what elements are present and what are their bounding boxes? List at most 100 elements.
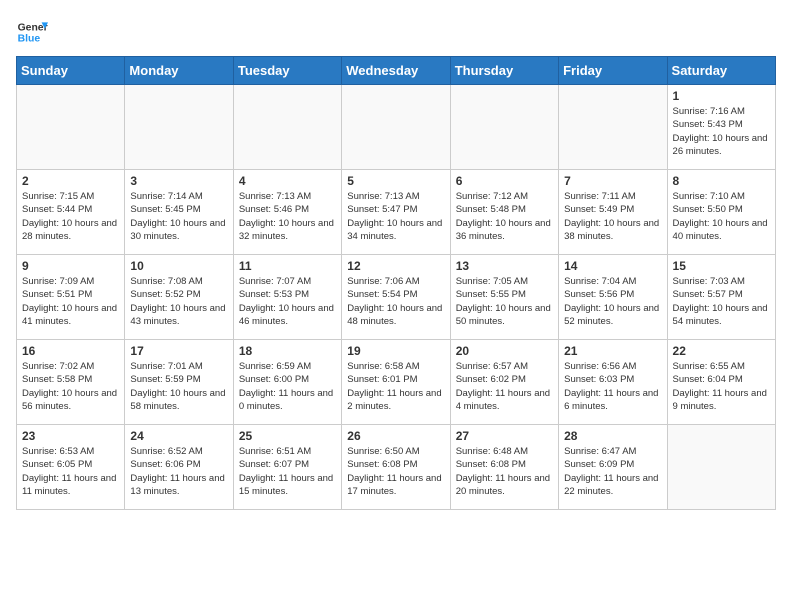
day-number: 23	[22, 429, 119, 443]
day-info: Sunrise: 7:09 AM Sunset: 5:51 PM Dayligh…	[22, 275, 119, 328]
calendar-cell: 3 Sunrise: 7:14 AM Sunset: 5:45 PM Daylig…	[125, 170, 233, 255]
day-info: Sunrise: 7:10 AM Sunset: 5:50 PM Dayligh…	[673, 190, 770, 243]
day-number: 25	[239, 429, 336, 443]
weekday-header-thursday: Thursday	[450, 57, 558, 85]
calendar-cell: 15 Sunrise: 7:03 AM Sunset: 5:57 PM Dayli…	[667, 255, 775, 340]
day-number: 9	[22, 259, 119, 273]
calendar-cell: 18 Sunrise: 6:59 AM Sunset: 6:00 PM Dayli…	[233, 340, 341, 425]
day-number: 12	[347, 259, 444, 273]
day-info: Sunrise: 7:14 AM Sunset: 5:45 PM Dayligh…	[130, 190, 227, 243]
day-number: 17	[130, 344, 227, 358]
week-row-4: 16 Sunrise: 7:02 AM Sunset: 5:58 PM Dayli…	[17, 340, 776, 425]
weekday-header-row: SundayMondayTuesdayWednesdayThursdayFrid…	[17, 57, 776, 85]
logo-icon: General Blue	[16, 16, 48, 48]
weekday-header-wednesday: Wednesday	[342, 57, 450, 85]
day-number: 20	[456, 344, 553, 358]
weekday-header-monday: Monday	[125, 57, 233, 85]
day-info: Sunrise: 6:53 AM Sunset: 6:05 PM Dayligh…	[22, 445, 119, 498]
day-info: Sunrise: 7:06 AM Sunset: 5:54 PM Dayligh…	[347, 275, 444, 328]
svg-text:Blue: Blue	[18, 34, 41, 45]
calendar-cell: 23 Sunrise: 6:53 AM Sunset: 6:05 PM Dayli…	[17, 425, 125, 510]
day-info: Sunrise: 6:50 AM Sunset: 6:08 PM Dayligh…	[347, 445, 444, 498]
calendar-cell: 9 Sunrise: 7:09 AM Sunset: 5:51 PM Daylig…	[17, 255, 125, 340]
calendar-cell: 27 Sunrise: 6:48 AM Sunset: 6:08 PM Dayli…	[450, 425, 558, 510]
day-info: Sunrise: 7:05 AM Sunset: 5:55 PM Dayligh…	[456, 275, 553, 328]
day-info: Sunrise: 6:47 AM Sunset: 6:09 PM Dayligh…	[564, 445, 661, 498]
day-number: 16	[22, 344, 119, 358]
day-info: Sunrise: 6:52 AM Sunset: 6:06 PM Dayligh…	[130, 445, 227, 498]
calendar-cell: 20 Sunrise: 6:57 AM Sunset: 6:02 PM Dayli…	[450, 340, 558, 425]
calendar-cell: 26 Sunrise: 6:50 AM Sunset: 6:08 PM Dayli…	[342, 425, 450, 510]
day-number: 26	[347, 429, 444, 443]
day-info: Sunrise: 7:16 AM Sunset: 5:43 PM Dayligh…	[673, 105, 770, 158]
day-number: 28	[564, 429, 661, 443]
day-number: 11	[239, 259, 336, 273]
day-number: 10	[130, 259, 227, 273]
calendar-cell: 14Sunrise: 7:04 AM Sunset: 5:56 PM Dayli…	[559, 255, 667, 340]
day-number: 14	[564, 259, 661, 273]
calendar-cell: 21Sunrise: 6:56 AM Sunset: 6:03 PM Dayli…	[559, 340, 667, 425]
weekday-header-tuesday: Tuesday	[233, 57, 341, 85]
day-info: Sunrise: 7:13 AM Sunset: 5:46 PM Dayligh…	[239, 190, 336, 243]
day-info: Sunrise: 7:01 AM Sunset: 5:59 PM Dayligh…	[130, 360, 227, 413]
day-number: 18	[239, 344, 336, 358]
calendar-cell: 16 Sunrise: 7:02 AM Sunset: 5:58 PM Dayli…	[17, 340, 125, 425]
day-info: Sunrise: 7:15 AM Sunset: 5:44 PM Dayligh…	[22, 190, 119, 243]
day-number: 4	[239, 174, 336, 188]
day-info: Sunrise: 7:13 AM Sunset: 5:47 PM Dayligh…	[347, 190, 444, 243]
day-info: Sunrise: 7:08 AM Sunset: 5:52 PM Dayligh…	[130, 275, 227, 328]
calendar-cell: 2 Sunrise: 7:15 AM Sunset: 5:44 PM Daylig…	[17, 170, 125, 255]
calendar-cell: 11 Sunrise: 7:07 AM Sunset: 5:53 PM Dayli…	[233, 255, 341, 340]
day-number: 13	[456, 259, 553, 273]
calendar-cell: 5 Sunrise: 7:13 AM Sunset: 5:47 PM Daylig…	[342, 170, 450, 255]
logo: General Blue	[16, 16, 48, 48]
day-number: 7	[564, 174, 661, 188]
day-number: 15	[673, 259, 770, 273]
calendar-cell	[342, 85, 450, 170]
calendar-cell: 4 Sunrise: 7:13 AM Sunset: 5:46 PM Daylig…	[233, 170, 341, 255]
day-info: Sunrise: 6:48 AM Sunset: 6:08 PM Dayligh…	[456, 445, 553, 498]
calendar-cell	[667, 425, 775, 510]
calendar-cell	[559, 85, 667, 170]
week-row-3: 9 Sunrise: 7:09 AM Sunset: 5:51 PM Daylig…	[17, 255, 776, 340]
calendar-cell: 6 Sunrise: 7:12 AM Sunset: 5:48 PM Daylig…	[450, 170, 558, 255]
day-number: 8	[673, 174, 770, 188]
calendar-cell: 7 Sunrise: 7:11 AM Sunset: 5:49 PM Daylig…	[559, 170, 667, 255]
day-info: Sunrise: 6:58 AM Sunset: 6:01 PM Dayligh…	[347, 360, 444, 413]
calendar-cell	[233, 85, 341, 170]
calendar-cell: 25Sunrise: 6:51 AM Sunset: 6:07 PM Dayli…	[233, 425, 341, 510]
day-number: 5	[347, 174, 444, 188]
weekday-header-friday: Friday	[559, 57, 667, 85]
weekday-header-sunday: Sunday	[17, 57, 125, 85]
calendar-cell	[125, 85, 233, 170]
day-info: Sunrise: 7:02 AM Sunset: 5:58 PM Dayligh…	[22, 360, 119, 413]
day-info: Sunrise: 7:03 AM Sunset: 5:57 PM Dayligh…	[673, 275, 770, 328]
day-number: 6	[456, 174, 553, 188]
calendar-cell: 10 Sunrise: 7:08 AM Sunset: 5:52 PM Dayli…	[125, 255, 233, 340]
day-info: Sunrise: 6:55 AM Sunset: 6:04 PM Dayligh…	[673, 360, 770, 413]
day-number: 2	[22, 174, 119, 188]
calendar-cell: 8 Sunrise: 7:10 AM Sunset: 5:50 PM Daylig…	[667, 170, 775, 255]
calendar-cell: 28 Sunrise: 6:47 AM Sunset: 6:09 PM Dayli…	[559, 425, 667, 510]
day-info: Sunrise: 6:59 AM Sunset: 6:00 PM Dayligh…	[239, 360, 336, 413]
day-number: 21	[564, 344, 661, 358]
calendar-cell: 22Sunrise: 6:55 AM Sunset: 6:04 PM Dayli…	[667, 340, 775, 425]
calendar-cell	[450, 85, 558, 170]
week-row-2: 2 Sunrise: 7:15 AM Sunset: 5:44 PM Daylig…	[17, 170, 776, 255]
day-info: Sunrise: 7:12 AM Sunset: 5:48 PM Dayligh…	[456, 190, 553, 243]
calendar-cell: 1Sunrise: 7:16 AM Sunset: 5:43 PM Daylig…	[667, 85, 775, 170]
calendar-cell: 13 Sunrise: 7:05 AM Sunset: 5:55 PM Dayli…	[450, 255, 558, 340]
day-number: 27	[456, 429, 553, 443]
day-number: 3	[130, 174, 227, 188]
calendar-cell	[17, 85, 125, 170]
calendar-cell: 17 Sunrise: 7:01 AM Sunset: 5:59 PM Dayli…	[125, 340, 233, 425]
page-header: General Blue	[16, 16, 776, 48]
day-info: Sunrise: 7:07 AM Sunset: 5:53 PM Dayligh…	[239, 275, 336, 328]
day-number: 24	[130, 429, 227, 443]
calendar-table: SundayMondayTuesdayWednesdayThursdayFrid…	[16, 56, 776, 510]
day-info: Sunrise: 6:57 AM Sunset: 6:02 PM Dayligh…	[456, 360, 553, 413]
day-number: 19	[347, 344, 444, 358]
calendar-cell: 24 Sunrise: 6:52 AM Sunset: 6:06 PM Dayli…	[125, 425, 233, 510]
week-row-5: 23 Sunrise: 6:53 AM Sunset: 6:05 PM Dayli…	[17, 425, 776, 510]
day-info: Sunrise: 7:11 AM Sunset: 5:49 PM Dayligh…	[564, 190, 661, 243]
